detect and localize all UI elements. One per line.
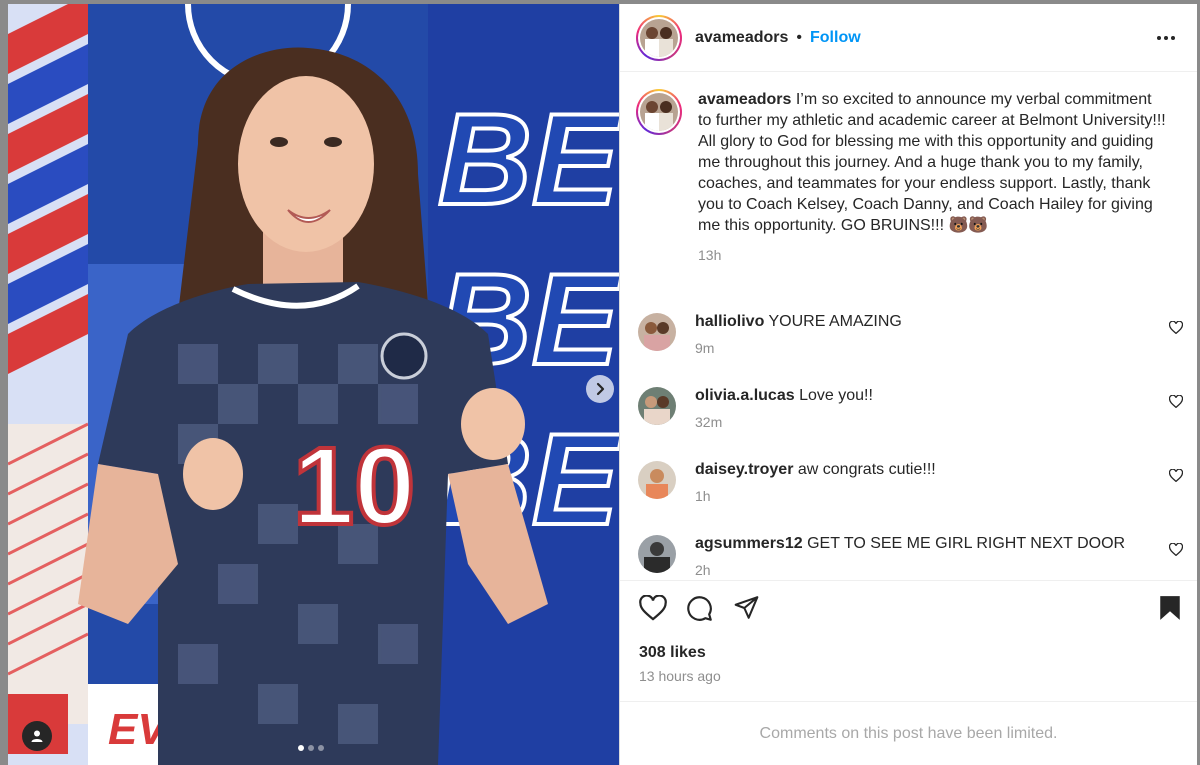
caption-timestamp[interactable]: 13h (698, 245, 1168, 266)
post-media[interactable]: BE BE BE EV 10 (8, 4, 619, 765)
avatar[interactable] (638, 535, 676, 573)
carousel-dot (308, 745, 314, 751)
comment-item: daisey.troyer aw congrats cutie!!! 1h (638, 461, 1183, 504)
comment-timestamp[interactable]: 2h (695, 562, 1125, 578)
post-timestamp[interactable]: 13 hours ago (639, 668, 721, 684)
like-comment-icon[interactable] (1169, 543, 1183, 556)
comment-timestamp[interactable]: 1h (695, 488, 936, 504)
avatar (640, 93, 678, 131)
avatar[interactable] (638, 313, 676, 351)
save-icon[interactable] (1159, 595, 1181, 621)
post-photo: BE BE BE EV 10 (8, 4, 619, 765)
post-caption: avameadors I’m so excited to announce my… (620, 73, 1197, 266)
comment-username[interactable]: olivia.a.lucas (695, 387, 795, 404)
comment-text: aw congrats cutie!!! (797, 461, 936, 478)
caption-username[interactable]: avameadors (698, 91, 791, 108)
share-icon[interactable] (733, 595, 760, 621)
avatar[interactable] (638, 387, 676, 425)
carousel-indicator (298, 745, 324, 751)
avatar (640, 18, 678, 57)
next-slide-button[interactable] (586, 375, 614, 403)
like-icon[interactable] (639, 595, 667, 621)
like-count[interactable]: 308 likes (639, 644, 706, 662)
caption-story-ring[interactable] (636, 89, 682, 135)
user-icon (31, 730, 43, 742)
comments-limited-notice: Comments on this post have been limited. (620, 701, 1197, 765)
comment-item: agsummers12 GET TO SEE ME GIRL RIGHT NEX… (638, 535, 1183, 578)
header-username[interactable]: avameadors (695, 29, 788, 47)
comment-item: halliolivo YOURE AMAZING 9m (638, 313, 1183, 356)
comment-username[interactable]: daisey.troyer (695, 461, 793, 478)
caption-text: I’m so excited to announce my verbal com… (698, 91, 1166, 234)
comments-section[interactable]: avameadors I’m so excited to announce my… (620, 73, 1197, 580)
svg-text:BE: BE (438, 86, 619, 232)
comment-text: Love you!! (799, 387, 873, 404)
like-comment-icon[interactable] (1169, 469, 1183, 482)
separator-dot: • (796, 28, 802, 46)
comment-timestamp[interactable]: 32m (695, 414, 873, 430)
comment-text: GET TO SEE ME GIRL RIGHT NEXT DOOR (807, 535, 1126, 552)
comment-item: olivia.a.lucas Love you!! 32m (638, 387, 1183, 430)
carousel-dot (318, 745, 324, 751)
comment-text: YOURE AMAZING (768, 313, 902, 330)
more-options-icon[interactable] (1157, 35, 1175, 40)
action-bar (639, 595, 1181, 625)
svg-text:10: 10 (293, 425, 415, 548)
like-comment-icon[interactable] (1169, 395, 1183, 408)
comment-username[interactable]: agsummers12 (695, 535, 803, 552)
avatar[interactable] (638, 461, 676, 499)
follow-button[interactable]: Follow (810, 29, 861, 47)
divider (620, 580, 1197, 581)
post-header: avameadors • Follow (620, 4, 1197, 72)
comment-username[interactable]: halliolivo (695, 313, 764, 330)
chevron-right-icon (596, 382, 605, 396)
tagged-users-button[interactable] (22, 721, 52, 751)
story-ring[interactable] (636, 14, 682, 61)
post-details-panel: avameadors • Follow avameadors I’m so ex… (619, 4, 1197, 765)
like-comment-icon[interactable] (1169, 321, 1183, 334)
comment-icon[interactable] (686, 595, 713, 622)
comment-timestamp[interactable]: 9m (695, 340, 902, 356)
carousel-dot (298, 745, 304, 751)
